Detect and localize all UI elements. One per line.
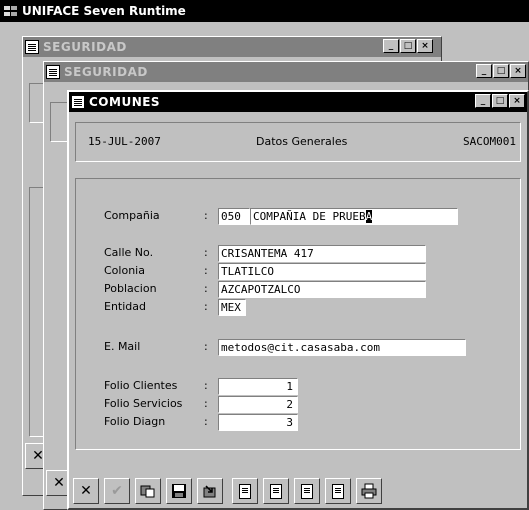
compania-code-field[interactable]: 050 (218, 208, 250, 225)
header-section-title: Datos Generales (256, 135, 348, 148)
back-panel (50, 102, 68, 142)
colon: : (204, 209, 208, 222)
minimize-button[interactable]: _ (475, 94, 491, 108)
entidad-field[interactable]: MEX (218, 299, 246, 316)
folio-diagn-label: Folio Diagn (104, 415, 166, 428)
colon: : (204, 246, 208, 259)
colon: : (204, 379, 208, 392)
header-panel: 15-JUL-2007 Datos Generales SACOM001 (75, 122, 521, 162)
window-title: SEGURIDAD (64, 65, 148, 79)
compania-name-field[interactable]: COMPAÑIA DE PRUEBA (250, 208, 458, 225)
form-button[interactable] (135, 478, 161, 504)
previous-record-button[interactable] (294, 478, 320, 504)
folio-servicios-label: Folio Servicios (104, 397, 183, 410)
window-title: COMUNES (89, 95, 161, 109)
check-button[interactable]: ✔ (104, 478, 130, 504)
colonia-field[interactable]: TLATILCO (218, 263, 426, 280)
comunes-titlebar[interactable]: COMUNES _ □ × (69, 92, 527, 112)
poblacion-label: Poblacion (104, 282, 157, 295)
close-button[interactable]: × (510, 64, 526, 78)
toolbar: ✕ ✔ (69, 474, 527, 508)
entidad-label: Entidad (104, 300, 146, 313)
minimize-button[interactable]: _ (476, 64, 492, 78)
folio-clientes-field[interactable]: 1 (218, 378, 298, 395)
insert-record-icon (239, 483, 251, 499)
seguridad-titlebar-middle[interactable]: SEGURIDAD _ □ × (44, 62, 528, 82)
calle-label: Calle No. (104, 246, 154, 259)
colon: : (204, 415, 208, 428)
compania-name-text: COMPAÑIA DE PRUEB (253, 210, 366, 223)
save-disk-icon (172, 484, 186, 498)
print-button[interactable] (356, 478, 382, 504)
maximize-button[interactable]: □ (492, 94, 508, 108)
email-field[interactable]: metodos@cit.casasaba.com (218, 339, 466, 356)
folio-servicios-field[interactable]: 2 (218, 396, 298, 413)
calle-field[interactable]: CRISANTEMA 417 (218, 245, 426, 262)
print-icon (361, 483, 377, 499)
app-titlebar: UNIFACE Seven Runtime (0, 0, 529, 22)
comunes-window[interactable]: COMUNES _ □ × 15-JUL-2007 Datos Generale… (67, 90, 529, 510)
retrieve-button[interactable] (197, 478, 223, 504)
delete-record-icon (270, 483, 282, 499)
poblacion-field[interactable]: AZCAPOTZALCO (218, 281, 426, 298)
seguridad-titlebar-back[interactable]: SEGURIDAD _ □ × (23, 37, 441, 57)
compania-label: Compañia (104, 209, 160, 222)
insert-record-button[interactable] (232, 478, 258, 504)
colonia-label: Colonia (104, 264, 145, 277)
app-title: UNIFACE Seven Runtime (22, 4, 186, 18)
previous-record-icon (301, 483, 313, 499)
uniface-app-icon (4, 4, 18, 18)
close-x-button[interactable]: ✕ (73, 478, 99, 504)
email-label: E. Mail (104, 340, 141, 353)
next-record-icon (332, 483, 344, 499)
colon: : (204, 264, 208, 277)
window-title: SEGURIDAD (43, 40, 127, 54)
close-button[interactable]: × (417, 39, 433, 53)
delete-record-button[interactable] (263, 478, 289, 504)
document-icon (46, 65, 60, 79)
folio-clientes-label: Folio Clientes (104, 379, 178, 392)
document-icon (71, 95, 85, 109)
form-icon (140, 485, 155, 498)
document-icon (25, 40, 39, 54)
maximize-button[interactable]: □ (400, 39, 416, 53)
maximize-button[interactable]: □ (493, 64, 509, 78)
minimize-button[interactable]: _ (383, 39, 399, 53)
retrieve-icon (203, 485, 216, 498)
colon: : (204, 282, 208, 295)
body-panel: Compañia : 050 COMPAÑIA DE PRUEBA Calle … (75, 178, 521, 450)
text-cursor: A (365, 210, 373, 223)
colon: : (204, 300, 208, 313)
header-date: 15-JUL-2007 (88, 135, 161, 148)
colon: : (204, 397, 208, 410)
save-button[interactable] (166, 478, 192, 504)
header-form-code: SACOM001 (463, 135, 516, 148)
colon: : (204, 340, 208, 353)
folio-diagn-field[interactable]: 3 (218, 414, 298, 431)
close-button[interactable]: × (509, 94, 525, 108)
next-record-button[interactable] (325, 478, 351, 504)
